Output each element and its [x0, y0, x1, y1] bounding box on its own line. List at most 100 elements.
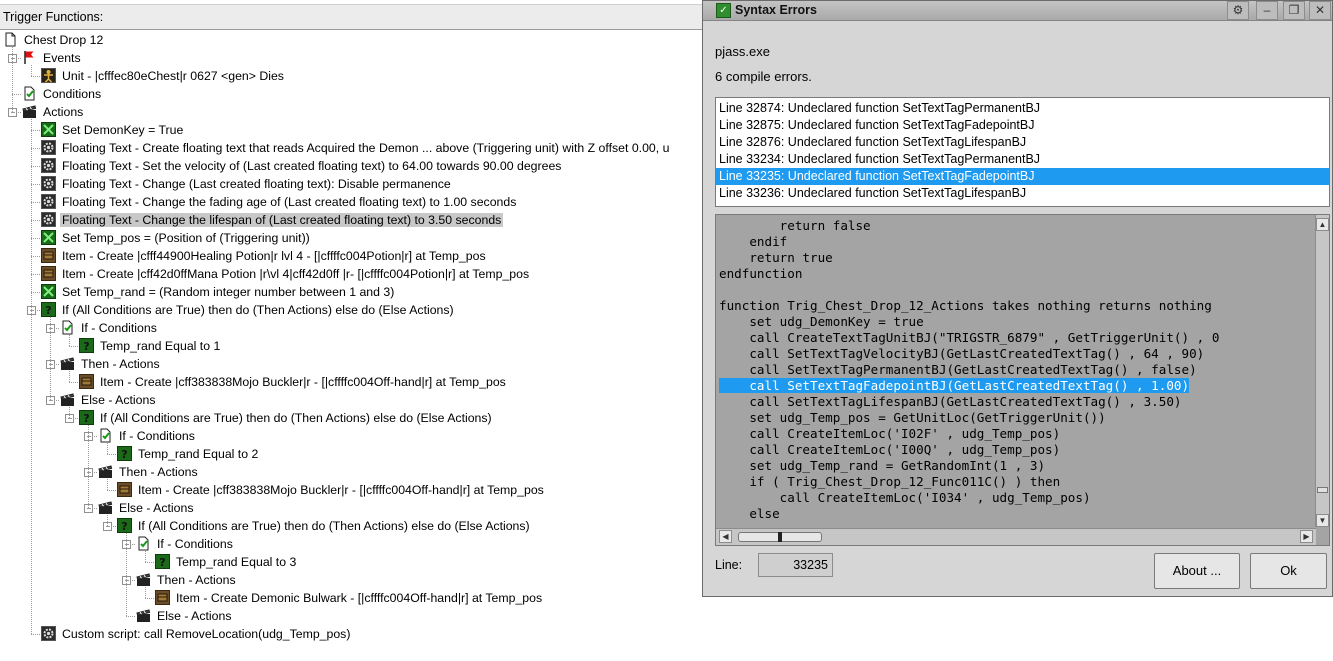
tree-node[interactable]: ? Temp_rand Equal to 2 — [117, 445, 260, 463]
error-list[interactable]: Line 32874: Undeclared function SetTextT… — [715, 97, 1330, 207]
tree-connector — [50, 328, 59, 329]
minimize-button[interactable]: – — [1256, 1, 1278, 20]
tree-node-label: Item - Create |cfff44900Healing Potion|r… — [62, 249, 486, 263]
tree-connector — [107, 490, 116, 491]
title-bar[interactable]: ✓ Syntax Errors ⚙ – ❐ ✕ — [703, 1, 1332, 21]
tree-node[interactable]: Chest Drop 12 — [3, 31, 105, 49]
tree-node[interactable]: Item - Create |cff42d0ffMana Potion |r\v… — [41, 265, 531, 283]
close-button[interactable]: ✕ — [1309, 1, 1331, 20]
tree-node[interactable]: ? If (All Conditions are True) then do (T… — [117, 517, 532, 535]
tree-node[interactable]: Floating Text - Change (Last created flo… — [41, 175, 453, 193]
tree-node-label: Conditions — [43, 87, 102, 101]
tree-node[interactable]: Item - Create |cfff44900Healing Potion|r… — [41, 247, 488, 265]
scroll-right-icon[interactable]: ▶ — [1300, 530, 1313, 543]
tree-connector — [145, 562, 154, 563]
clapper-icon — [60, 392, 75, 407]
tree-connector — [107, 515, 108, 526]
tree-node[interactable]: If - Conditions — [136, 535, 235, 553]
tree-node-label: If (All Conditions are True) then do (Th… — [138, 519, 530, 533]
trigger-functions-panel: Trigger Functions: Chest Drop 12 Events - U… — [0, 0, 702, 661]
tree-connector — [126, 544, 135, 545]
scroll-up-icon[interactable]: ▲ — [1316, 218, 1329, 231]
tree-node[interactable]: ? Temp_rand Equal to 3 — [155, 553, 298, 571]
code-line: else — [719, 506, 780, 521]
code-line: set udg_Temp_rand = GetRandomInt(1 , 3) — [719, 458, 1046, 473]
tree-node[interactable]: Item - Create Demonic Bulwark - [|cffffc… — [155, 589, 544, 607]
horizontal-scrollbar[interactable]: ◀ ▶ — [716, 528, 1316, 545]
tree-node[interactable]: Item - Create |cff383838Mojo Buckler|r -… — [79, 373, 508, 391]
tree-node[interactable]: Then - Actions — [136, 571, 238, 589]
maximize-button[interactable]: ❐ — [1283, 1, 1305, 20]
tree-node[interactable]: Then - Actions — [98, 463, 200, 481]
tree-node[interactable]: Conditions — [22, 85, 103, 103]
trigger-tree[interactable]: Chest Drop 12 Events - Unit - |cfffec80eChe… — [0, 30, 702, 661]
tree-node-label: Temp_rand Equal to 3 — [176, 555, 297, 569]
clapper-icon — [22, 104, 37, 119]
tree-node-label: Unit - |cfffec80eChest|r 0627 <gen> Dies — [62, 69, 284, 83]
tree-node-label: Else - Actions — [81, 393, 156, 407]
clapper-icon — [60, 356, 75, 371]
tree-node[interactable]: Floating Text - Create floating text tha… — [41, 139, 671, 157]
tree-node-label: Floating Text - Change (Last created flo… — [62, 177, 451, 191]
code-line: call SetTextTagPermanentBJ(GetLastCreate… — [719, 362, 1197, 377]
tree-connector — [107, 526, 116, 527]
code-line: endif — [719, 234, 788, 249]
error-row[interactable]: Line 32875: Undeclared function SetTextT… — [716, 117, 1329, 134]
tree-node[interactable]: Floating Text - Change the fading age of… — [41, 193, 518, 211]
tree-node[interactable]: Else - Actions — [60, 391, 158, 409]
settings-icon[interactable]: ⚙ — [1227, 1, 1249, 20]
code-line: if ( Trig_Chest_Drop_12_Func011C() ) the… — [719, 474, 1061, 489]
tree-node[interactable]: Set Temp_rand = (Random integer number b… — [41, 283, 396, 301]
clapper-icon — [136, 572, 151, 587]
error-row[interactable]: Line 32874: Undeclared function SetTextT… — [716, 100, 1329, 117]
tree-node[interactable]: Item - Create |cff383838Mojo Buckler|r -… — [117, 481, 546, 499]
tree-node-label: Floating Text - Change the fading age of… — [62, 195, 517, 209]
tree-node-label: If (All Conditions are True) then do (Th… — [100, 411, 492, 425]
item-icon — [79, 374, 94, 389]
code-line: call CreateItemLoc('I00Q' , udg_Temp_pos… — [719, 442, 1061, 457]
item-icon — [155, 590, 170, 605]
scroll-down-icon[interactable]: ▼ — [1316, 514, 1329, 527]
tree-node[interactable]: Else - Actions — [136, 607, 234, 625]
tree-node[interactable]: Floating Text - Set the velocity of (Las… — [41, 157, 563, 175]
tree-node[interactable]: If - Conditions — [98, 427, 197, 445]
condition-icon — [60, 320, 75, 335]
tree-node[interactable]: Custom script: call RemoveLocation(udg_T… — [41, 625, 352, 643]
error-row[interactable]: Line 33236: Undeclared function SetTextT… — [716, 185, 1329, 202]
error-row[interactable]: Line 32876: Undeclared function SetTextT… — [716, 134, 1329, 151]
gear-icon — [41, 140, 56, 155]
about-button[interactable]: About ... — [1154, 553, 1240, 589]
code-view[interactable]: return false endif return true endfunctio… — [715, 214, 1330, 546]
tree-node[interactable]: Floating Text - Change the lifespan of (… — [41, 211, 504, 229]
tree-connector — [31, 220, 40, 221]
tree-node[interactable]: Else - Actions — [98, 499, 196, 517]
tree-node[interactable]: ? If (All Conditions are True) then do (T… — [41, 301, 456, 319]
tree-connector — [31, 310, 40, 311]
tree-connector — [31, 119, 32, 634]
item-icon — [41, 266, 56, 281]
tree-connector — [50, 400, 59, 401]
error-row[interactable]: Line 33234: Undeclared function SetTextT… — [716, 151, 1329, 168]
tree-connector — [145, 598, 154, 599]
tree-connector — [107, 479, 108, 490]
tree-node-label: Floating Text - Change the lifespan of (… — [60, 213, 504, 227]
tree-connector — [50, 317, 51, 400]
line-number-field[interactable]: 33235 — [758, 553, 833, 577]
error-row[interactable]: Line 33235: Undeclared function SetTextT… — [716, 168, 1329, 185]
vertical-scrollbar[interactable]: ▲ ▼ — [1315, 215, 1329, 527]
tree-node-label: Set Temp_pos = (Position of (Triggering … — [62, 231, 310, 245]
tree-node[interactable]: If - Conditions — [60, 319, 159, 337]
tree-node[interactable]: Unit - |cfffec80eChest|r 0627 <gen> Dies — [41, 67, 286, 85]
tree-node[interactable]: Set DemonKey = True — [41, 121, 185, 139]
tree-node-label: Then - Actions — [119, 465, 198, 479]
tree-connector — [107, 443, 108, 454]
tree-connector — [31, 130, 40, 131]
tree-node-label: Chest Drop 12 — [24, 33, 104, 47]
tree-node[interactable]: ? Temp_rand Equal to 1 — [79, 337, 222, 355]
tree-node[interactable]: ? If (All Conditions are True) then do (T… — [79, 409, 494, 427]
ok-button[interactable]: Ok — [1250, 553, 1327, 589]
tree-node[interactable]: Then - Actions — [60, 355, 162, 373]
vertical-scroll-thumb[interactable] — [1317, 487, 1328, 493]
scroll-left-icon[interactable]: ◀ — [719, 530, 732, 543]
tree-node[interactable]: Set Temp_pos = (Position of (Triggering … — [41, 229, 312, 247]
